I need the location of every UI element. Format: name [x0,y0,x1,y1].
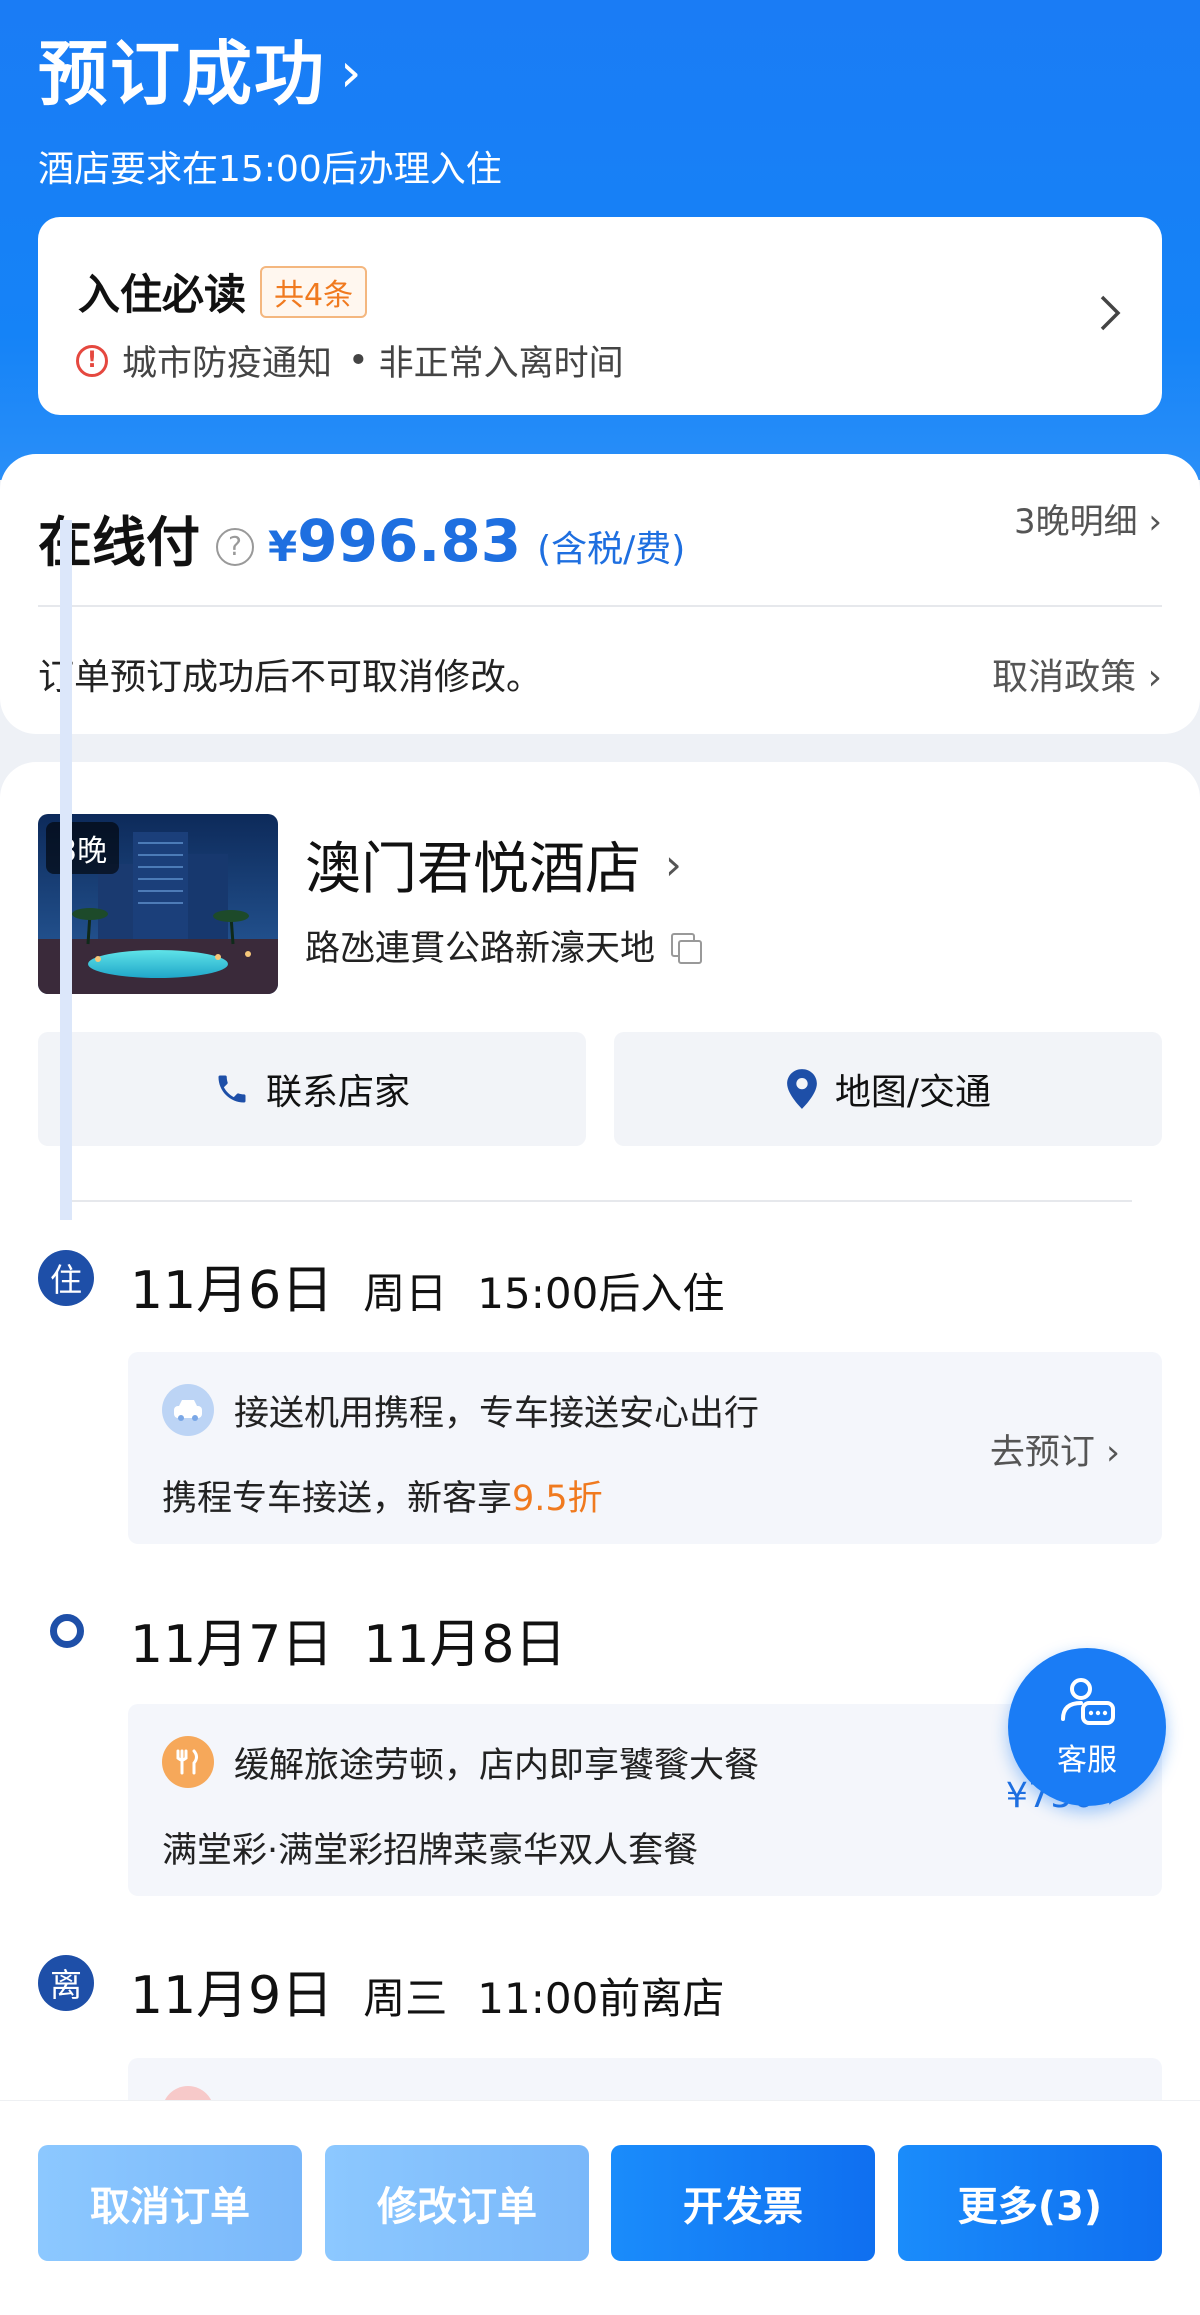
more-button[interactable]: 更多(3) [898,2145,1162,2261]
checkin-time: 15:00后入住 [477,1269,725,1318]
transfer-title: 接送机用携程，专车接送安心出行 [234,1393,760,1434]
cancel-policy-note: 订单预订成功后不可取消修改。 [38,657,543,698]
contact-hotel-label: 联系店家 [265,1072,410,1113]
hotel-name-link[interactable]: 澳门君悦酒店 › [305,824,682,905]
modify-order-button[interactable]: 修改订单 [325,2145,589,2261]
transfer-subtitle: 携程专车接送，新客享9.5折 [162,1479,603,1519]
tax-note: (含税/费) [537,529,686,570]
invoice-button[interactable]: 开发票 [611,2145,875,2261]
stay-day-marker [50,1614,84,1648]
divider [38,605,1162,607]
discount-highlight: 9.5折 [512,1479,603,1519]
checkout-weekday: 周三 [363,1974,448,2023]
hotel-name: 澳门君悦酒店 [305,837,641,902]
nights-tag: 3晚 [46,822,120,874]
booking-status-title[interactable]: 预订成功 › [38,18,362,119]
notice-title: 入住必读 [78,270,247,319]
airport-transfer-promo[interactable]: 接送机用携程，专车接送安心出行 携程专车接送，新客享9.5折 去预订 › [128,1352,1162,1544]
phone-icon [218,1075,246,1103]
contact-hotel-button[interactable]: 联系店家 [38,1032,586,1146]
notice-count-badge: 共4条 [260,265,368,318]
notice-item: 非正常入离时间 [378,344,624,384]
dining-title: 缓解旅途劳顿，店内即享饕餮大餐 [234,1745,760,1786]
cancel-order-button[interactable]: 取消订单 [38,2145,302,2261]
dining-subtitle: 满堂彩·满堂彩招牌菜豪华双人套餐 [162,1831,699,1871]
book-transfer-link[interactable]: 去预订 › [990,1424,1120,1475]
checkin-date: 11月6日 [130,1261,334,1321]
customer-service-icon [1061,1678,1115,1725]
map-transport-button[interactable]: 地图/交通 [614,1032,1162,1146]
notice-separator: • [348,340,369,381]
checkin-requirement: 酒店要求在15:00后办理入住 [38,149,502,190]
help-icon[interactable]: ? [216,528,254,566]
divider [68,1200,1132,1202]
hotel-address: 路氹連貫公路新濠天地 [305,920,703,971]
chevron-right-icon: › [340,41,362,104]
chevron-right-icon: › [665,840,682,889]
checkout-date: 11月9日 [130,1966,334,2026]
stay-date: 11月7日 [130,1615,334,1675]
customer-service-button[interactable]: 客服 [1008,1648,1166,1806]
timeline-track [60,520,72,1220]
payment-card: 在线付 ? ¥996.83 (含税/费) 3晚明细 › 订单预订成功后不可取消修… [0,454,1200,734]
dining-promo[interactable]: 缓解旅途劳顿，店内即享饕餮大餐 满堂彩·满堂彩招牌菜豪华双人套餐 ¥750 › [128,1704,1162,1896]
chevron-right-icon [1098,293,1122,344]
cancel-policy-link[interactable]: 取消政策 › [992,648,1162,700]
notice-item: 城市防疫通知 [122,344,333,384]
dining-icon [162,1736,214,1788]
checkin-weekday: 周日 [363,1269,448,1318]
customer-service-label: 客服 [1057,1743,1117,1778]
car-icon [162,1384,214,1436]
warning-icon: ! [76,344,108,377]
address-text: 路氹連貫公路新濠天地 [305,929,656,969]
checkin-badge: 住 [38,1250,94,1306]
checkout-date-row: 11月9日 周三 11:00前离店 [130,1953,724,2028]
checkout-badge: 离 [38,1955,94,2011]
nights-detail-link[interactable]: 3晚明细 › [1014,494,1162,543]
stay-date: 11月8日 [363,1615,567,1675]
copy-icon[interactable] [669,931,703,964]
checkin-notice-card[interactable]: 入住必读 共4条 ! 城市防疫通知 • 非正常入离时间 [38,217,1162,415]
page-title: 预订成功 [38,33,326,115]
checkin-date-row: 11月6日 周日 15:00后入住 [130,1248,724,1323]
payment-amount: ¥996.83 [268,507,522,575]
hotel-photo[interactable]: 3晚 [38,814,278,994]
checkout-time: 11:00前离店 [477,1974,725,2023]
map-transport-label: 地图/交通 [834,1072,992,1113]
bottom-action-bar: 取消订单 修改订单 开发票 更多(3) [0,2100,1200,2315]
stay-dates-row: 11月7日 11月8日 [130,1602,567,1677]
location-pin-icon [787,1069,817,1109]
